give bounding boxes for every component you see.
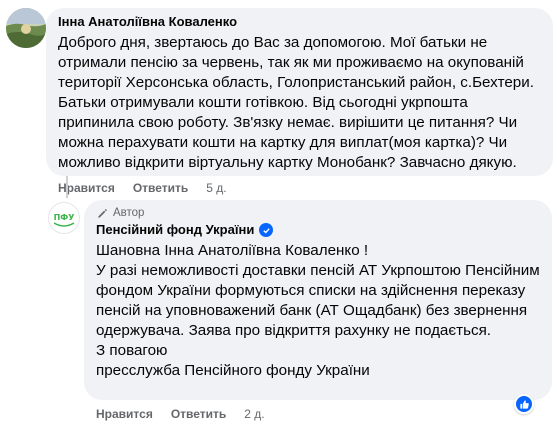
thread-line	[66, 176, 68, 198]
reply-text: Шановна Інна Анатоліївна Коваленко ! У р…	[96, 241, 540, 381]
comment-actions: Нравится Ответить 5 д.	[58, 181, 227, 195]
reply-signoff-1: З повагою	[96, 342, 168, 359]
pfu-avatar[interactable]: ПФУ	[48, 202, 80, 234]
reply-like-link[interactable]: Нравится	[96, 407, 153, 421]
reply-author-name[interactable]: Пенсійний фонд України	[96, 222, 254, 238]
greeting-suffix: !	[359, 242, 369, 259]
comment-time[interactable]: 5 д.	[206, 181, 226, 195]
comment-text: Доброго дня, звертаюсь до Вас за допомог…	[58, 34, 534, 171]
verified-icon	[259, 223, 274, 237]
comment-author[interactable]: Інна Анатоліївна Коваленко	[58, 14, 541, 30]
comment-bubble: Інна Анатоліївна Коваленко Доброго дня, …	[46, 8, 553, 176]
reply-author: Пенсійний фонд України	[96, 222, 540, 238]
author-badge-label: Автор	[113, 207, 145, 219]
greeting-name: Інна Анатоліївна Коваленко	[164, 242, 360, 259]
reply-actions: Нравится Ответить 2 д.	[96, 407, 265, 421]
reply-signoff-2: пресслужба Пенсійного фонду України	[96, 362, 370, 379]
reply-time[interactable]: 2 д.	[244, 407, 264, 421]
reply-link[interactable]: Ответить	[133, 181, 188, 195]
reply-reply-link[interactable]: Ответить	[171, 407, 226, 421]
pfu-avatar-text: ПФУ	[54, 213, 75, 222]
like-reaction-icon[interactable]	[514, 394, 534, 414]
author-badge: Автор	[96, 206, 540, 220]
reply-body: У разі неможливості доставки пенсій АТ У…	[96, 262, 540, 339]
commenter-avatar[interactable]	[6, 8, 46, 48]
pencil-icon	[98, 208, 107, 218]
greeting-prefix: Шановна	[96, 242, 165, 259]
reply-bubble: Автор Пенсійний фонд України Шановна Інн…	[84, 200, 552, 400]
reply-greeting: Шановна Інна Анатоліївна Коваленко !	[96, 241, 540, 261]
